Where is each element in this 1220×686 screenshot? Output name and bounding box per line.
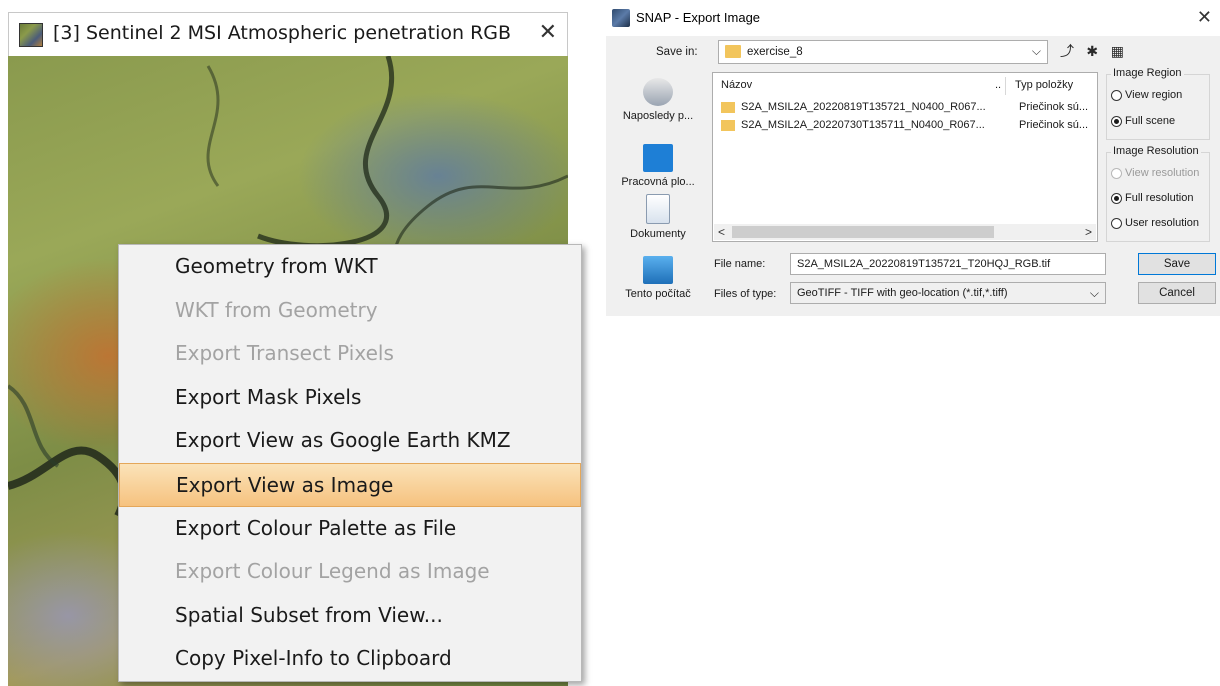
- this-pc-icon: [643, 256, 673, 284]
- place-label-recent: Naposledy p...: [622, 110, 694, 122]
- snap-app-icon: [612, 9, 630, 27]
- file-type: Priečinok sú...: [1019, 101, 1089, 113]
- image-view-window: [3] Sentinel 2 MSI Atmospheric penetrati…: [0, 0, 600, 686]
- place-label-this-pc: Tento počítač: [625, 288, 691, 300]
- file-type-combobox[interactable]: GeoTIFF - TIFF with geo-location (*.tif,…: [790, 282, 1106, 304]
- column-divider[interactable]: [1005, 77, 1006, 95]
- new-folder-icon[interactable]: ✱: [1083, 42, 1101, 60]
- image-resolution-title: Image Resolution: [1111, 145, 1201, 157]
- place-recent[interactable]: Naposledy p...: [614, 78, 702, 122]
- menu-item-spatial-subset[interactable]: Spatial Subset from View...: [119, 594, 581, 638]
- column-header-type[interactable]: Typ položky: [1015, 79, 1073, 91]
- file-type-value: GeoTIFF - TIFF with geo-location (*.tif,…: [797, 287, 1008, 299]
- image-view-tab[interactable]: [3] Sentinel 2 MSI Atmospheric penetrati…: [8, 12, 568, 56]
- file-list[interactable]: Názov .. Typ položky S2A_MSIL2A_20220819…: [712, 72, 1098, 242]
- menu-item-export-colour-palette[interactable]: Export Colour Palette as File: [119, 507, 581, 551]
- menu-item-export-view-as-image[interactable]: Export View as Image: [119, 462, 581, 507]
- image-resolution-group: Image Resolution View resolution Full re…: [1106, 145, 1210, 242]
- column-header-more[interactable]: ..: [995, 79, 1001, 91]
- context-menu: Geometry from WKT WKT from Geometry Expo…: [118, 244, 582, 682]
- file-type: Priečinok sú...: [1019, 119, 1089, 131]
- close-tab-icon[interactable]: ✕: [539, 19, 557, 47]
- save-button[interactable]: Save: [1138, 253, 1216, 275]
- chevron-down-icon: ⌵: [1031, 44, 1041, 58]
- radio-circle-icon: [1111, 167, 1122, 179]
- menu-item-export-view-kmz[interactable]: Export View as Google Earth KMZ: [119, 419, 581, 463]
- radio-view-region[interactable]: View region: [1111, 89, 1182, 101]
- image-view-icon: [19, 23, 43, 47]
- scroll-left-icon[interactable]: <: [718, 224, 725, 240]
- up-folder-icon[interactable]: ⤴: [1058, 42, 1076, 60]
- menu-item-wkt-from-geometry: WKT from Geometry: [175, 297, 378, 322]
- radio-user-resolution[interactable]: User resolution: [1111, 217, 1199, 229]
- chevron-down-icon: ⌵: [1089, 286, 1099, 300]
- column-header-name[interactable]: Názov: [721, 79, 752, 91]
- cancel-button[interactable]: Cancel: [1138, 282, 1216, 304]
- radio-label: View region: [1125, 89, 1183, 101]
- place-desktop[interactable]: Pracovná plo...: [614, 144, 702, 188]
- place-label-desktop: Pracovná plo...: [621, 176, 695, 188]
- radio-full-scene[interactable]: Full scene: [1111, 115, 1175, 127]
- image-view-title: [3] Sentinel 2 MSI Atmospheric penetrati…: [53, 22, 512, 44]
- places-bar: Naposledy p... Pracovná plo... Dokumenty…: [614, 74, 702, 312]
- save-in-combobox[interactable]: exercise_8 ⌵: [718, 40, 1048, 64]
- file-name-input[interactable]: S2A_MSIL2A_20220819T135721_T20HQJ_RGB.ti…: [790, 253, 1106, 275]
- place-label-documents: Dokumenty: [630, 228, 686, 240]
- file-name: S2A_MSIL2A_20220819T135721_N0400_R067...: [741, 101, 986, 113]
- folder-icon: [725, 45, 741, 58]
- documents-icon: [646, 194, 670, 224]
- radio-selected-icon: [1111, 115, 1122, 127]
- desktop-icon: [643, 144, 673, 172]
- radio-label: Full scene: [1125, 115, 1176, 127]
- folder-icon: [721, 119, 735, 131]
- radio-circle-icon: [1111, 217, 1122, 229]
- radio-label: User resolution: [1125, 217, 1199, 229]
- radio-circle-icon: [1111, 89, 1122, 101]
- place-this-pc[interactable]: Tento počítač: [614, 256, 702, 300]
- close-dialog-icon[interactable]: ✕: [1197, 7, 1212, 28]
- radio-view-resolution: View resolution: [1111, 167, 1199, 179]
- file-row[interactable]: S2A_MSIL2A_20220730T135711_N0400_R067...…: [721, 119, 1088, 135]
- menu-item-geometry-from-wkt[interactable]: Geometry from WKT: [119, 245, 581, 289]
- save-in-value: exercise_8: [747, 46, 803, 58]
- place-documents[interactable]: Dokumenty: [614, 194, 702, 240]
- radio-label: Full resolution: [1125, 192, 1194, 204]
- scrollbar-thumb[interactable]: [732, 226, 994, 238]
- dialog-titlebar[interactable]: SNAP - Export Image ✕: [606, 0, 1220, 36]
- file-chooser-toolbar: ⤴ ✱ ▦: [1058, 42, 1130, 60]
- export-image-dialog: SNAP - Export Image ✕ Save in: exercise_…: [606, 0, 1220, 316]
- dialog-title: SNAP - Export Image: [636, 10, 761, 25]
- radio-full-resolution[interactable]: Full resolution: [1111, 192, 1193, 204]
- file-name-label: File name:: [714, 258, 766, 270]
- image-region-group: Image Region View region Full scene: [1106, 67, 1210, 140]
- menu-item-copy-pixel-info[interactable]: Copy Pixel-Info to Clipboard: [119, 637, 581, 681]
- menu-item-export-colour-legend: Export Colour Legend as Image: [175, 559, 490, 584]
- file-type-label: Files of type:: [714, 288, 777, 300]
- menu-item-export-transect-pixels: Export Transect Pixels: [175, 341, 394, 366]
- horizontal-scrollbar[interactable]: < >: [714, 224, 1096, 240]
- file-name: S2A_MSIL2A_20220730T135711_N0400_R067...: [741, 119, 985, 131]
- file-row[interactable]: S2A_MSIL2A_20220819T135721_N0400_R067...…: [721, 101, 1088, 117]
- folder-icon: [721, 101, 735, 113]
- radio-selected-icon: [1111, 192, 1122, 204]
- recent-places-icon: [643, 78, 673, 106]
- save-in-label: Save in:: [656, 46, 698, 58]
- image-region-title: Image Region: [1111, 67, 1184, 79]
- scroll-right-icon[interactable]: >: [1085, 224, 1092, 240]
- view-menu-icon[interactable]: ▦: [1108, 42, 1126, 60]
- menu-item-export-mask-pixels[interactable]: Export Mask Pixels: [119, 376, 581, 420]
- radio-label: View resolution: [1125, 167, 1200, 179]
